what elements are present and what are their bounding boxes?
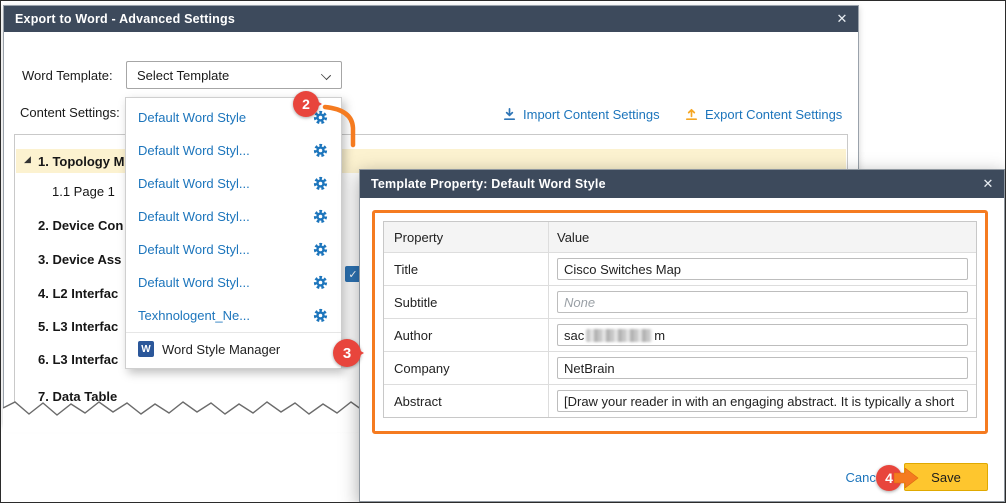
- check-icon: ✓: [348, 268, 357, 281]
- tree-expanded-icon[interactable]: ◢: [24, 154, 31, 165]
- company-field[interactable]: [557, 357, 968, 379]
- gear-icon[interactable]: [312, 274, 329, 291]
- property-dialog-title: Template Property: Default Word Style: [360, 177, 606, 191]
- column-header-value: Value: [549, 222, 976, 252]
- menu-item-word-style-2[interactable]: Default Word Styl...: [126, 134, 341, 167]
- redacted-text-blur: [586, 329, 652, 342]
- word-icon: W: [138, 341, 154, 357]
- author-value-prefix: sac: [564, 328, 584, 343]
- word-style-menu: Default Word Style Default Word Styl... …: [125, 97, 342, 369]
- gear-icon[interactable]: [312, 241, 329, 258]
- column-header-property: Property: [384, 222, 549, 252]
- gear-icon[interactable]: [312, 142, 329, 159]
- property-label: Title: [384, 253, 549, 285]
- close-icon[interactable]: ✕: [826, 6, 858, 32]
- save-button[interactable]: Save: [904, 463, 988, 491]
- screenshot-root: Export to Word - Advanced Settings ✕ Wor…: [0, 0, 1006, 503]
- import-content-settings-link[interactable]: Import Content Settings: [502, 107, 660, 122]
- word-template-select[interactable]: Select Template: [126, 61, 342, 89]
- tree-item-label: 2. Device Con: [38, 218, 123, 233]
- table-row-title: Title: [384, 252, 976, 285]
- import-link-label: Import Content Settings: [523, 107, 660, 122]
- property-label: Company: [384, 352, 549, 384]
- menu-item-word-style-5[interactable]: Default Word Styl...: [126, 233, 341, 266]
- author-field[interactable]: sac m: [557, 324, 968, 346]
- property-label: Subtitle: [384, 286, 549, 318]
- table-row-subtitle: Subtitle: [384, 285, 976, 318]
- table-row-author: Author sac m: [384, 318, 976, 351]
- tree-item-label: 6. L3 Interfac: [38, 352, 118, 367]
- table-header-row: Property Value: [384, 222, 976, 252]
- table-row-company: Company: [384, 351, 976, 384]
- word-template-label: Word Template:: [22, 68, 113, 83]
- property-dialog-footer: Cancel Save: [846, 463, 988, 491]
- gear-icon[interactable]: [312, 307, 329, 324]
- menu-item-word-style-manager[interactable]: W Word Style Manager: [126, 332, 341, 365]
- author-value-suffix: m: [654, 328, 665, 343]
- tree-item-label: 1.1 Page 1: [52, 184, 115, 199]
- tree-item-label: 3. Device Ass: [38, 252, 121, 267]
- menu-item-texhnologent[interactable]: Texhnologent_Ne...: [126, 299, 341, 332]
- callout-step-3: 3: [333, 339, 361, 367]
- tree-item-label: 1. Topology M: [38, 154, 124, 169]
- export-link-label: Export Content Settings: [705, 107, 842, 122]
- word-template-select-value: Select Template: [137, 68, 229, 83]
- title-field[interactable]: [557, 258, 968, 280]
- annotation-highlight-box: Property Value Title Subtitle Author sac: [372, 210, 988, 434]
- content-settings-label: Content Settings:: [20, 105, 120, 120]
- property-table: Property Value Title Subtitle Author sac: [383, 221, 977, 418]
- close-icon[interactable]: ✕: [972, 170, 1004, 198]
- menu-item-word-style-6[interactable]: Default Word Styl...: [126, 266, 341, 299]
- export-content-settings-link[interactable]: Export Content Settings: [684, 107, 842, 122]
- tree-item-label: 5. L3 Interfac: [38, 319, 118, 334]
- chevron-down-icon: [321, 70, 331, 80]
- import-download-icon: [502, 107, 517, 122]
- abstract-field[interactable]: [557, 390, 968, 412]
- tree-item-label: 4. L2 Interfac: [38, 286, 118, 301]
- export-upload-icon: [684, 107, 699, 122]
- tree-item-label: 7. Data Table: [38, 389, 117, 404]
- export-dialog-title: Export to Word - Advanced Settings: [4, 12, 235, 26]
- template-property-dialog: Template Property: Default Word Style ✕ …: [359, 169, 1005, 502]
- menu-item-word-style-4[interactable]: Default Word Styl...: [126, 200, 341, 233]
- callout-step-2: 2: [293, 91, 319, 117]
- property-label: Author: [384, 319, 549, 351]
- gear-icon[interactable]: [312, 175, 329, 192]
- table-row-abstract: Abstract: [384, 384, 976, 417]
- callout-step-4: 4: [876, 465, 902, 491]
- property-dialog-titlebar: Template Property: Default Word Style ✕: [360, 170, 1004, 198]
- menu-item-word-style-3[interactable]: Default Word Styl...: [126, 167, 341, 200]
- subtitle-field[interactable]: [557, 291, 968, 313]
- gear-icon[interactable]: [312, 208, 329, 225]
- property-label: Abstract: [384, 385, 549, 417]
- export-dialog-titlebar: Export to Word - Advanced Settings ✕: [4, 6, 858, 32]
